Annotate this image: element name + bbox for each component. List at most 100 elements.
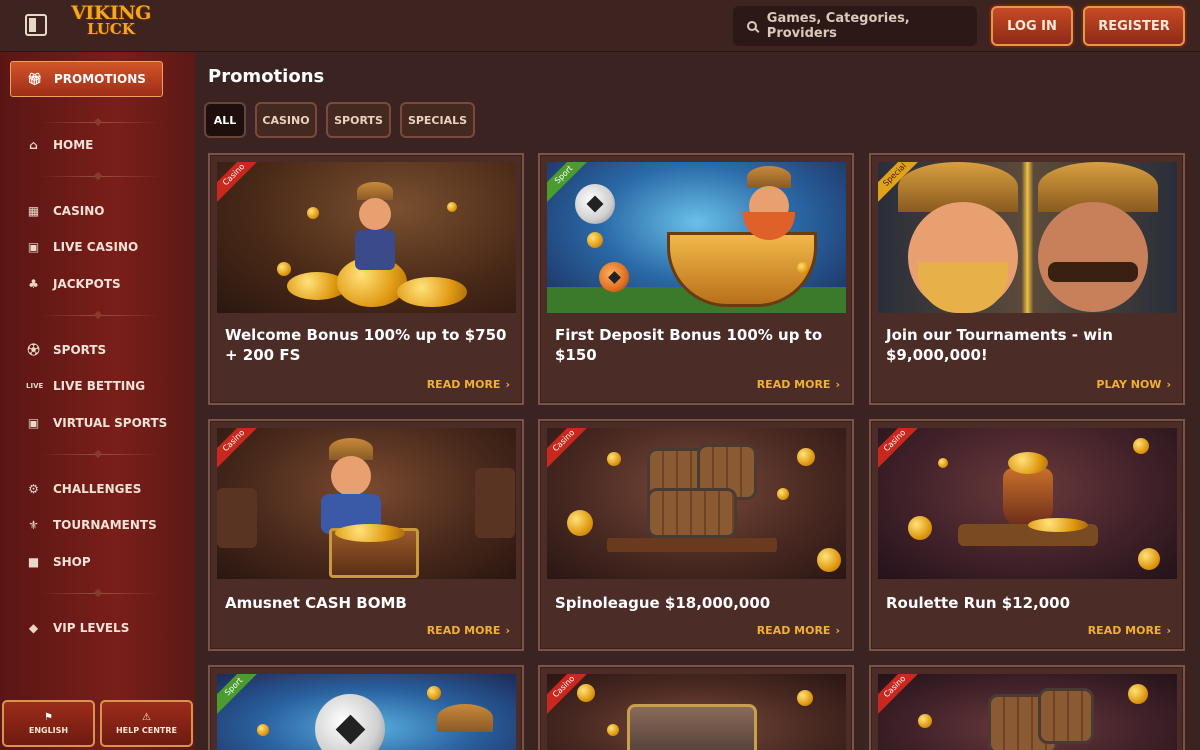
read-more-label: READ MORE [756,624,831,637]
promo-card[interactable]: Casino Amusnet CASH BOMB READ MORE › [208,419,524,651]
virtual-icon: ▣ [27,415,40,430]
home-icon: ⌂ [29,137,38,152]
sidebar-item-label: LIVE CASINO [53,240,139,254]
promo-card[interactable]: Casino [538,665,854,750]
promo-card[interactable]: Casino Welcome Bonus 100% up to $750 + 2… [208,153,524,405]
promo-card-image: Casino [547,674,846,750]
logo-text-line2: LUCK [87,20,135,38]
warning-icon: ⚠ [142,712,151,723]
promo-card-image: Casino [217,428,516,579]
filter-casino[interactable]: CASINO [255,102,317,138]
trophy-icon: ⚜ [28,517,39,532]
live-icon: LIVE [26,381,44,390]
read-more-label: READ MORE [1087,624,1162,637]
chevron-right-icon: › [505,378,510,391]
read-more-label: READ MORE [426,378,501,391]
promo-card-image: Sport [547,162,846,313]
help-centre-button[interactable]: ⚠ HELP CENTRE [100,700,193,747]
search-input[interactable]: Games, Categories, Providers [733,6,977,46]
sidebar-item-label: HOME [53,138,94,152]
sidebar-item-tournaments[interactable]: ⚜ TOURNAMENTS [26,515,157,535]
promo-title: Amusnet CASH BOMB [225,594,407,612]
read-more-link[interactable]: READ MORE › [427,378,510,391]
register-button[interactable]: REGISTER [1083,6,1185,46]
play-now-link[interactable]: PLAY NOW › [1096,378,1171,391]
sidebar-item-live-betting[interactable]: LIVE LIVE BETTING [26,376,145,396]
promo-title: Join our Tournaments - win $9,000,000! [886,326,1113,364]
promo-card[interactable]: Casino [869,665,1185,750]
read-more-label: READ MORE [756,378,831,391]
canada-flag-icon: ⚑ [44,712,53,723]
login-button[interactable]: LOG IN [991,6,1073,46]
sidebar-item-promotions[interactable]: 🎁︎ PROMOTIONS [10,61,163,97]
promo-card-image: Casino [547,428,846,579]
search-placeholder: Games, Categories, Providers [766,11,910,41]
sidebar-toggle-icon[interactable] [25,14,47,36]
sidebar-item-jackpots[interactable]: ♣ JACKPOTS [26,274,121,294]
promo-card-image: Casino [217,162,516,313]
sidebar-divider [40,176,160,177]
sidebar-item-home[interactable]: ⌂ HOME [26,135,93,155]
search-icon [747,21,757,31]
sidebar-item-label: LIVE BETTING [53,379,146,393]
chevron-right-icon: › [1166,378,1171,391]
gear-icon: ⚙ [28,481,39,496]
read-more-link[interactable]: READ MORE › [427,624,510,637]
sidebar-item-challenges[interactable]: ⚙ CHALLENGES [26,479,141,499]
sidebar-item-label: CASINO [53,204,105,218]
filter-sports[interactable]: SPORTS [326,102,391,138]
sidebar: 🎁︎ PROMOTIONS ⌂ HOME ▦ CASINO ▣ LIVE CAS… [0,52,195,750]
live-casino-icon: ▣ [27,239,40,254]
filter-all[interactable]: ALL [204,102,246,138]
language-label: ENGLISH [28,726,69,735]
read-more-link[interactable]: READ MORE › [757,624,840,637]
sidebar-item-label: TOURNAMENTS [53,518,157,532]
bag-icon: ■ [27,554,40,569]
ball-icon: ⚽︎ [27,342,40,357]
promo-card-image: Special [878,162,1177,313]
page-title: Promotions [208,66,325,87]
promo-card[interactable]: Casino Spinoleague $18,000,000 READ MORE… [538,419,854,651]
sidebar-item-label: SHOP [53,555,91,569]
promo-card[interactable]: Sport [208,665,524,750]
slot-machine-icon: ▦ [27,203,40,218]
promo-card[interactable]: Sport First Deposit Bonus 100% up to $15… [538,153,854,405]
promo-title: Welcome Bonus 100% up to $750 + 200 FS [225,326,507,364]
chevron-right-icon: › [1166,624,1171,637]
diamond-icon: ◆ [28,620,39,635]
promo-card[interactable]: Special Join our Tournaments - win $9,00… [869,153,1185,405]
chevron-right-icon: › [505,624,510,637]
sidebar-item-vip-levels[interactable]: ◆ VIP LEVELS [26,618,129,638]
promo-card-image: Sport [217,674,516,750]
chevron-right-icon: › [835,378,840,391]
sidebar-divider [40,593,160,594]
viking-luck-logo[interactable]: VIKING LUCK [68,4,154,42]
sidebar-item-virtual-sports[interactable]: ▣ VIRTUAL SPORTS [26,413,167,433]
play-now-label: PLAY NOW [1096,378,1162,391]
promo-card-image: Casino [878,428,1177,579]
language-button[interactable]: ⚑ ENGLISH [2,700,95,747]
sidebar-item-sports[interactable]: ⚽︎ SPORTS [26,340,106,360]
sidebar-item-live-casino[interactable]: ▣ LIVE CASINO [26,237,138,257]
sidebar-item-label: VIP LEVELS [53,621,130,635]
sidebar-divider [40,122,160,123]
sidebar-item-casino[interactable]: ▦ CASINO [26,201,105,221]
read-more-link[interactable]: READ MORE › [757,378,840,391]
promo-title: Spinoleague $18,000,000 [555,594,771,612]
clover-icon: ♣ [28,276,39,291]
promo-title: First Deposit Bonus 100% up to $150 [555,326,823,364]
filter-specials[interactable]: SPECIALS [400,102,475,138]
sidebar-divider [40,315,160,316]
read-more-link[interactable]: READ MORE › [1088,624,1171,637]
gift-icon: 🎁︎ [27,71,43,86]
sidebar-item-label: CHALLENGES [53,482,142,496]
promo-card[interactable]: Casino Roulette Run $12,000 READ MORE › [869,419,1185,651]
top-header: VIKING LUCK Games, Categories, Providers… [0,0,1200,52]
sidebar-item-shop[interactable]: ■ SHOP [26,552,91,572]
read-more-label: READ MORE [426,624,501,637]
sidebar-divider [40,454,160,455]
sidebar-item-label: PROMOTIONS [54,72,146,86]
sidebar-item-label: SPORTS [53,343,107,357]
sidebar-item-label: JACKPOTS [53,277,121,291]
chevron-right-icon: › [835,624,840,637]
